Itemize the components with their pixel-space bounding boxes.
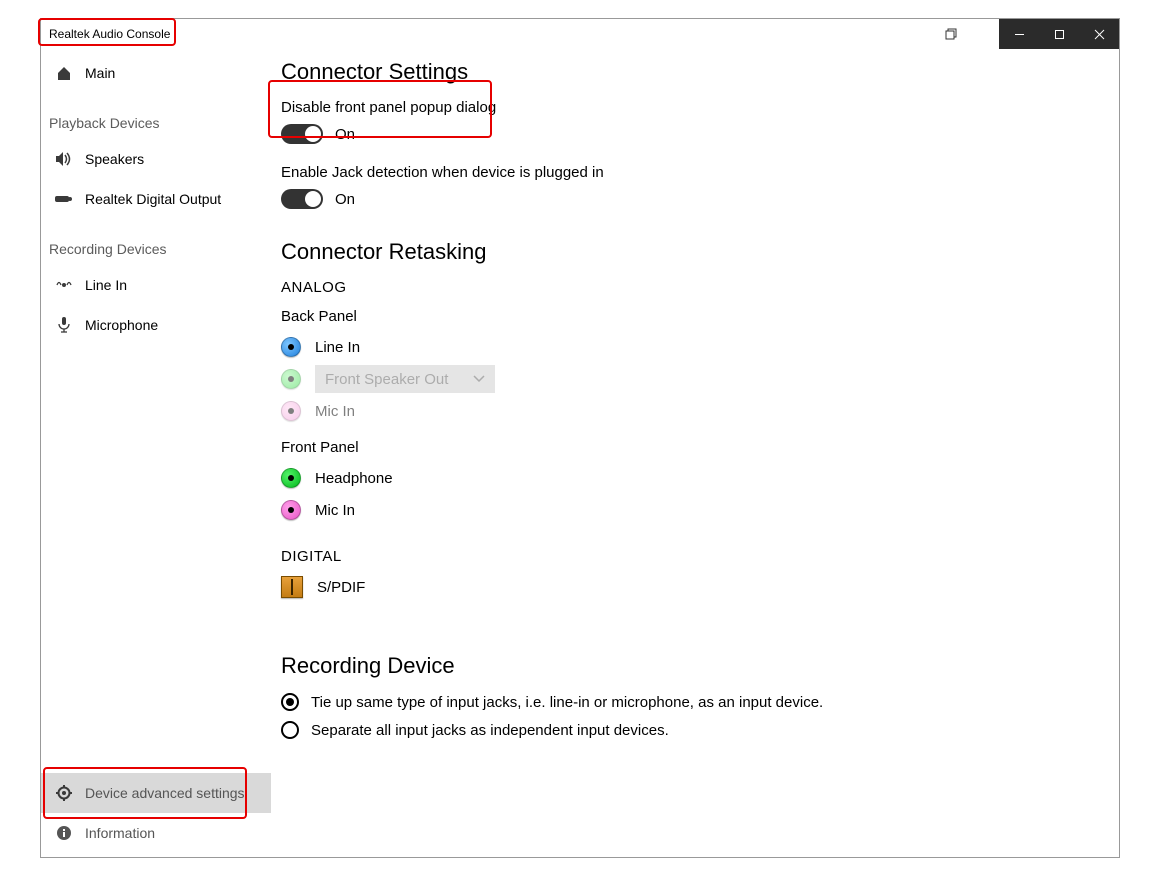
microphone-icon [55,317,73,333]
radio-button[interactable] [281,721,299,739]
sidebar-item-main[interactable]: Main [41,53,271,93]
info-icon [55,825,73,841]
sidebar-item-label: Realtek Digital Output [85,191,221,207]
sidebar-item-label: Device advanced settings [85,785,245,801]
sidebar-item-information[interactable]: Information [41,813,271,853]
titlebar: Realtek Audio Console [41,19,1119,49]
sidebar-item-digital-output[interactable]: Realtek Digital Output [41,179,271,219]
subhead-analog: ANALOG [281,279,1109,296]
jack-front-headphone[interactable]: Headphone [281,462,1109,494]
radio-button[interactable] [281,693,299,711]
jack-label: Line In [315,339,360,356]
maximize-button[interactable] [1039,19,1079,49]
jack-label: Headphone [315,470,393,487]
jack-select-front-speaker-out[interactable]: Front Speaker Out [315,365,495,393]
select-value: Front Speaker Out [325,371,448,388]
toggle-state-label: On [335,191,355,208]
sidebar-item-line-in[interactable]: Line In [41,265,271,305]
jack-back-mic-in: Mic In [281,395,1109,427]
jack-dot-icon [281,337,301,357]
radio-row-tie-up[interactable]: Tie up same type of input jacks, i.e. li… [281,693,1109,711]
section-title-connector-settings: Connector Settings [281,59,1109,85]
sidebar-item-device-advanced-settings[interactable]: Device advanced settings [41,773,271,813]
section-title-recording-device: Recording Device [281,653,1109,679]
sidebar-header-recording: Recording Devices [41,219,271,265]
sidebar-item-label: Information [85,825,155,841]
jack-dot-icon [281,468,301,488]
sidebar-item-label: Microphone [85,317,158,333]
close-button[interactable] [1079,19,1119,49]
sidebar-item-microphone[interactable]: Microphone [41,305,271,345]
toggle-enable-jack-detection[interactable] [281,189,323,209]
app-window: Realtek Audio Console [40,18,1120,858]
window-controls [934,19,1119,49]
jack-back-front-speaker-out: Front Speaker Out [281,363,1109,395]
sidebar-item-speakers[interactable]: Speakers [41,139,271,179]
line-in-icon [55,278,73,292]
subhead-digital: DIGITAL [281,548,1109,565]
jack-back-line-in[interactable]: Line In [281,331,1109,363]
jack-label: S/PDIF [317,579,365,596]
setting-enable-jack-detection: Enable Jack detection when device is plu… [281,164,1109,209]
speaker-icon [55,152,73,166]
sidebar-item-label: Main [85,65,115,81]
radio-label: Separate all input jacks as independent … [311,722,669,739]
sidebar-item-label: Line In [85,277,127,293]
radio-label: Tie up same type of input jacks, i.e. li… [311,694,823,711]
toggle-state-label: On [335,126,355,143]
jack-label: Mic In [315,502,355,519]
radio-row-separate[interactable]: Separate all input jacks as independent … [281,721,1109,739]
jack-spdif[interactable]: S/PDIF [281,571,1109,603]
sidebar-header-playback: Playback Devices [41,93,271,139]
jack-dot-icon [281,500,301,520]
jack-dot-icon [281,369,301,389]
app-title: Realtek Audio Console [49,27,170,41]
jack-label: Mic In [315,403,355,420]
minimize-button[interactable] [999,19,1039,49]
setting-disable-front-panel-popup: Disable front panel popup dialog On [281,99,1109,144]
panel-label-back: Back Panel [281,308,1109,325]
content-area: Connector Settings Disable front panel p… [271,49,1119,857]
home-icon [55,65,73,81]
sidebar-item-label: Speakers [85,151,144,167]
setting-label: Enable Jack detection when device is plu… [281,164,1109,181]
spdif-icon [281,576,303,598]
jack-dot-icon [281,401,301,421]
panel-label-front: Front Panel [281,439,1109,456]
toggle-disable-front-panel-popup[interactable] [281,124,323,144]
sidebar: Main Playback Devices Speakers Realtek D… [41,49,271,857]
overlap-windows-icon[interactable] [934,19,969,49]
digital-out-icon [55,194,73,204]
jack-front-mic-in[interactable]: Mic In [281,494,1109,526]
gear-icon [55,785,73,801]
setting-label: Disable front panel popup dialog [281,99,1109,116]
section-title-connector-retasking: Connector Retasking [281,239,1109,265]
chevron-down-icon [473,375,485,383]
